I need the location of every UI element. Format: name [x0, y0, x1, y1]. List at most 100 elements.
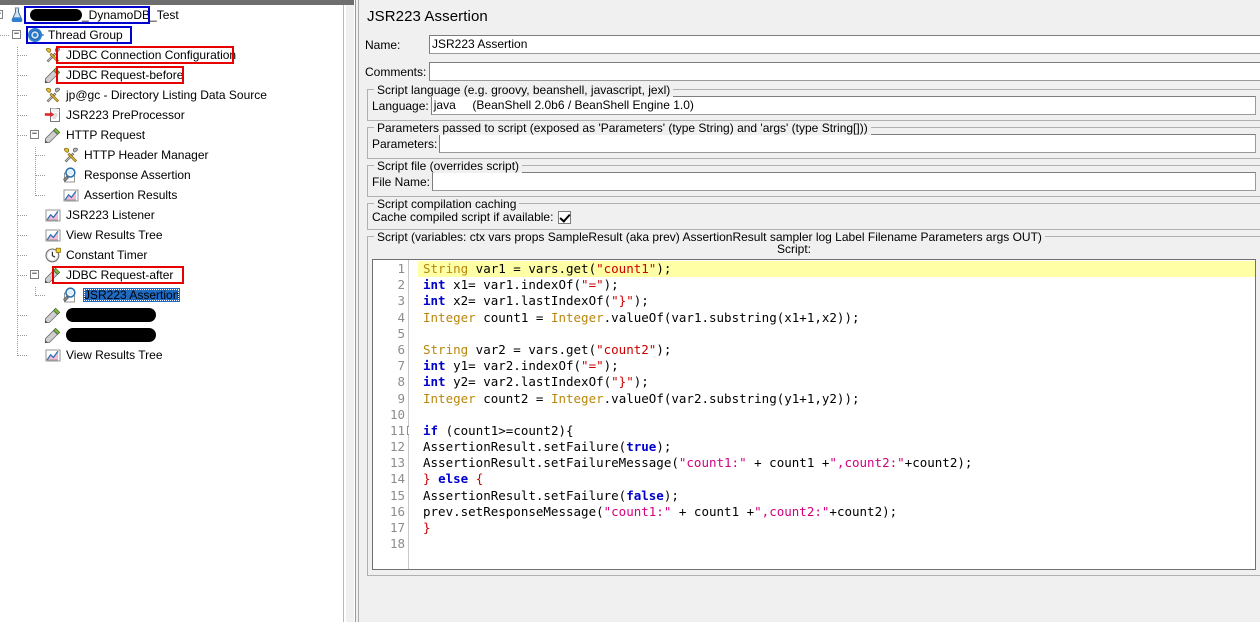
code-token: "count1:"	[678, 455, 747, 471]
code-token: ",count2:"	[829, 455, 905, 471]
tree-node-jsr223-pre[interactable]: JSR223 PreProcessor	[0, 105, 343, 125]
editor-line-number: 1	[397, 261, 405, 276]
editor-code-line[interactable]: int y2= var2.lastIndexOf("}");	[418, 374, 1255, 390]
tree-node-view-results-1[interactable]: View Results Tree	[0, 225, 343, 245]
script-editor[interactable]: 1234567891011−12131415161718 String var1…	[372, 259, 1256, 570]
tree-node-redacted-2[interactable]	[0, 325, 343, 345]
language-input[interactable]: java (BeanShell 2.0b6 / BeanShell Engine…	[430, 96, 1256, 115]
editor-code-area[interactable]: String var1 = vars.get("count1"); int x1=…	[418, 260, 1255, 569]
tree-guide-line	[17, 335, 27, 336]
editor-code-line[interactable]: } else {	[418, 471, 1255, 487]
code-token: int	[423, 374, 446, 390]
tree-guide-line	[35, 175, 45, 176]
code-token: Integer	[423, 309, 476, 325]
editor-line-number: 9	[397, 390, 405, 406]
code-token: Integer	[550, 390, 604, 406]
editor-code-line[interactable]: if (count1>=count2){	[418, 423, 1255, 439]
editor-code-line[interactable]: String var2 = vars.get("count2");	[418, 342, 1255, 358]
tree-guide-line	[0, 35, 9, 36]
tree-node-label: Thread Group	[48, 28, 123, 42]
tree-node-jsr223-assertion[interactable]: JSR223 Assertion	[0, 285, 343, 305]
tree-node-label: JSR223 Assertion	[83, 288, 181, 302]
editor-code-line[interactable]	[418, 326, 1255, 342]
sampler-icon	[44, 326, 62, 344]
tree-node-response-assert[interactable]: Response Assertion	[0, 165, 343, 185]
tree-node-http-header-mgr[interactable]: HTTP Header Manager	[0, 145, 343, 165]
tree-node-constant-timer[interactable]: Constant Timer	[0, 245, 343, 265]
code-token: .valueOf(var2.substring(y1+1,y2));	[603, 390, 860, 406]
editor-code-line[interactable]: prev.setResponseMessage("count1:" + coun…	[418, 504, 1255, 520]
code-token: count1 =	[475, 309, 551, 325]
editor-code-line[interactable]: String var1 = vars.get("count1");	[418, 261, 1255, 278]
tree-node-label: JSR223 Listener	[66, 208, 155, 222]
test-plan-icon	[8, 6, 26, 24]
editor-code-line[interactable]: }	[418, 520, 1255, 536]
tree-node-jdbc-conn-config[interactable]: JDBC Connection Configuration	[0, 45, 343, 65]
editor-code-line[interactable]: AssertionResult.setFailure(false);	[418, 488, 1255, 504]
comments-input[interactable]	[429, 62, 1260, 81]
page-title: JSR223 Assertion	[367, 8, 488, 25]
code-token: );	[603, 277, 619, 293]
code-token: );	[633, 374, 649, 390]
tree-guide-line	[17, 135, 27, 136]
tree-scroll-viewport[interactable]: _DynamoDB_Test−Thread Group−JDBC Connect…	[0, 5, 344, 622]
editor-code-line[interactable]: int y1= var2.indexOf("=");	[418, 358, 1255, 374]
sampler-icon	[44, 266, 62, 284]
code-token: +count2);	[829, 503, 898, 519]
tree-node-jdbc-req-before[interactable]: JDBC Request-before	[0, 65, 343, 85]
editor-fold-rail[interactable]	[409, 260, 418, 569]
code-token: y1= var2.indexOf(	[445, 358, 582, 374]
tree-node-http-request[interactable]: HTTP Request	[0, 125, 343, 145]
tree-node-label: Assertion Results	[84, 188, 178, 202]
parameters-label: Parameters:	[372, 136, 438, 151]
editor-code-line[interactable]: AssertionResult.setFailureMessage("count…	[418, 455, 1255, 471]
code-token: "count2"	[596, 341, 657, 357]
tree-collapse-toggle-http-request[interactable]: −	[30, 130, 39, 139]
tree-node-assertion-results[interactable]: Assertion Results	[0, 185, 343, 205]
cache-compiled-script-checkbox[interactable]	[558, 210, 572, 224]
editor-code-line[interactable]: int x2= var1.lastIndexOf("}");	[418, 293, 1255, 309]
file-name-input[interactable]	[432, 172, 1256, 191]
tree-node-label: Response Assertion	[84, 168, 191, 182]
editor-code-line[interactable]	[418, 536, 1255, 552]
tree-node-dir-listing[interactable]: jp@gc - Directory Listing Data Source	[0, 85, 343, 105]
code-token: Integer	[550, 309, 604, 325]
tree-collapse-toggle-jdbc-req-after[interactable]: −	[30, 270, 39, 279]
code-token: if	[423, 422, 439, 438]
editor-code-line[interactable]: Integer count1 = Integer.valueOf(var1.su…	[418, 310, 1255, 326]
tree-node-test-plan[interactable]: _DynamoDB_Test	[0, 5, 343, 25]
code-token: + count1 +	[671, 503, 755, 519]
editor-code-line[interactable]: AssertionResult.setFailure(true);	[418, 439, 1255, 455]
script-language-group: Script language (e.g. groovy, beanshell,…	[367, 83, 1260, 121]
tree-node-jdbc-req-after[interactable]: JDBC Request-after	[0, 265, 343, 285]
code-token: "}"	[611, 293, 634, 309]
preprocessor-icon	[44, 106, 62, 124]
editor-line-number: 17	[389, 520, 405, 535]
parameters-input[interactable]	[439, 134, 1256, 153]
tree-collapse-toggle-thread-group[interactable]: −	[12, 30, 21, 39]
tree-node-label: View Results Tree	[66, 228, 163, 242]
tree-node-thread-group[interactable]: Thread Group	[0, 25, 343, 45]
editor-code-line[interactable]	[418, 407, 1255, 423]
tree-node-redacted-1[interactable]	[0, 305, 343, 325]
editor-code-line[interactable]: Integer count2 = Integer.valueOf(var2.su…	[418, 391, 1255, 407]
tree-node-label: JDBC Request-after	[66, 268, 174, 282]
tree-collapse-toggle-test-plan[interactable]: −	[0, 10, 3, 19]
tree-guide-line	[17, 355, 27, 356]
tree-node-label: jp@gc - Directory Listing Data Source	[66, 88, 267, 102]
tree-node-view-results-2[interactable]: View Results Tree	[0, 345, 343, 365]
listener-icon	[44, 346, 62, 364]
tree-node-jsr223-listener[interactable]: JSR223 Listener	[0, 205, 343, 225]
listener-icon	[44, 226, 62, 244]
name-input[interactable]: JSR223 Assertion	[429, 35, 1260, 54]
code-token: (count1>=count2){	[438, 422, 574, 438]
test-plan-tree-panel: _DynamoDB_Test−Thread Group−JDBC Connect…	[0, 0, 355, 622]
editor-code-line[interactable]: int x1= var1.indexOf("=");	[418, 277, 1255, 293]
script-caching-group-title: Script compilation caching	[374, 197, 520, 211]
code-token: }	[423, 471, 431, 487]
redacted-text	[30, 9, 82, 21]
code-token: +count2);	[904, 455, 973, 471]
editor-line-number: 4	[397, 309, 405, 325]
name-label: Name:	[365, 37, 401, 52]
code-token: prev.setResponseMessage(	[423, 503, 604, 519]
